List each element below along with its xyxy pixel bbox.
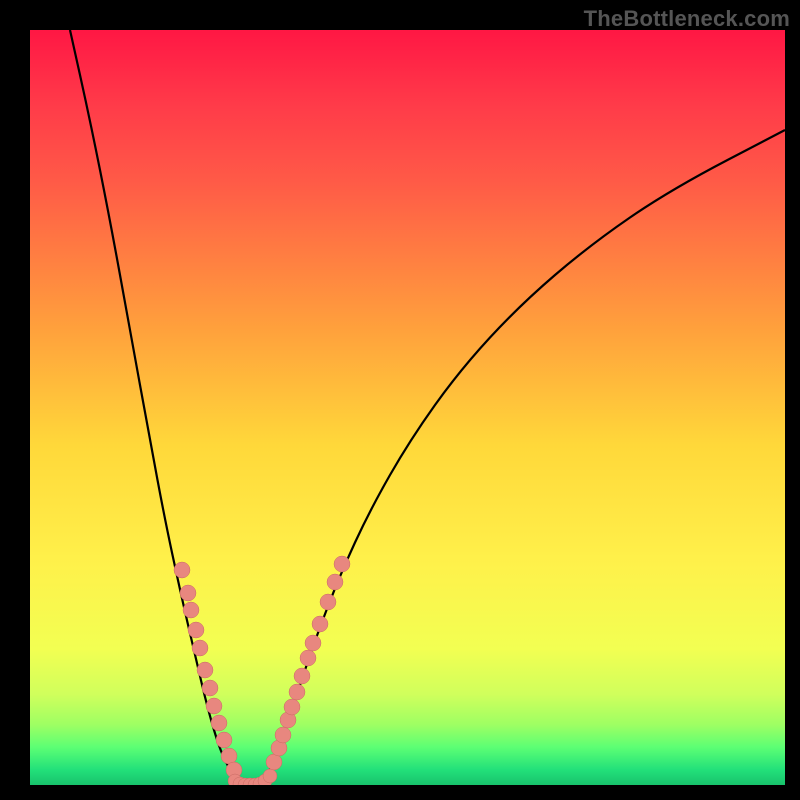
chart-frame: TheBottleneck.com bbox=[0, 0, 800, 800]
right-curve bbox=[260, 130, 785, 785]
data-dot bbox=[174, 562, 190, 578]
data-dots bbox=[174, 556, 350, 785]
data-dot bbox=[192, 640, 208, 656]
data-dot bbox=[334, 556, 350, 572]
data-dot bbox=[197, 662, 213, 678]
data-dot bbox=[206, 698, 222, 714]
watermark-text: TheBottleneck.com bbox=[584, 6, 790, 32]
data-dot bbox=[183, 602, 199, 618]
data-dot bbox=[320, 594, 336, 610]
data-dot bbox=[275, 727, 291, 743]
data-dot bbox=[202, 680, 218, 696]
data-dot bbox=[221, 748, 237, 764]
data-dot bbox=[327, 574, 343, 590]
data-dot bbox=[266, 754, 282, 770]
data-dot bbox=[216, 732, 232, 748]
data-dot bbox=[188, 622, 204, 638]
data-dot bbox=[211, 715, 227, 731]
data-dot bbox=[312, 616, 328, 632]
curve-layer bbox=[30, 30, 785, 785]
data-dot bbox=[300, 650, 316, 666]
left-curve bbox=[70, 30, 244, 785]
data-dot bbox=[289, 684, 305, 700]
data-dot bbox=[284, 699, 300, 715]
plot-area bbox=[30, 30, 785, 785]
data-dot bbox=[180, 585, 196, 601]
data-dot bbox=[263, 769, 277, 783]
data-dot bbox=[294, 668, 310, 684]
data-dot bbox=[305, 635, 321, 651]
